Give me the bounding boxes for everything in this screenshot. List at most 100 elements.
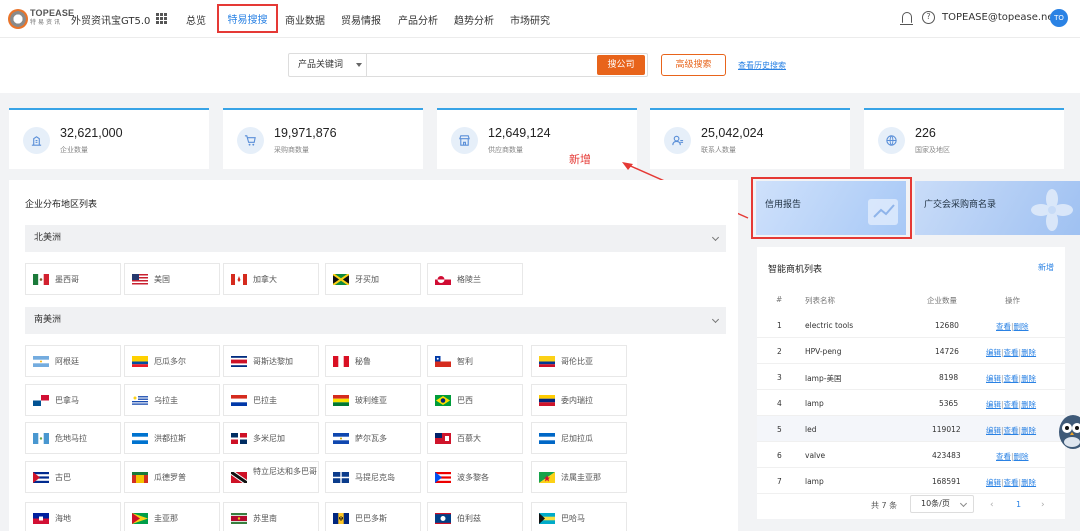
delete-link[interactable]: 删除 (1021, 426, 1036, 435)
owl-mascot-icon[interactable] (1055, 408, 1080, 453)
country-bermuda[interactable]: 百慕大 (427, 422, 523, 454)
country-brazil[interactable]: 巴西 (427, 384, 523, 416)
country-uruguay[interactable]: 乌拉圭 (124, 384, 220, 416)
delete-link[interactable]: 删除 (1021, 374, 1036, 383)
flag-venezuela-icon (539, 395, 555, 406)
country-name: 圭亚那 (154, 514, 178, 523)
country-canada[interactable]: 加拿大 (223, 263, 319, 295)
list-name[interactable]: lamp-美国 (805, 373, 841, 384)
country-guadeloupe[interactable]: 瓜德罗普 (124, 461, 220, 493)
delete-link[interactable]: 删除 (1021, 478, 1036, 487)
list-name[interactable]: valve (805, 451, 825, 460)
delete-link[interactable]: 删除 (1021, 400, 1036, 409)
country-name: 巴拿马 (55, 396, 79, 405)
country-venezuela[interactable]: 委内瑞拉 (531, 384, 627, 416)
country-barbados[interactable]: 巴巴多斯 (325, 502, 421, 531)
country-martinique[interactable]: 马提尼克岛 (325, 461, 421, 493)
page-size-select[interactable]: 10条/页 (910, 495, 974, 513)
view-link[interactable]: 查看 (1004, 478, 1019, 487)
region-header-south-america[interactable]: 南美洲 (25, 307, 726, 334)
advanced-search-button[interactable]: 高级搜索 (661, 54, 726, 76)
country-el-salvador[interactable]: 萨尔瓦多 (325, 422, 421, 454)
country-guyana[interactable]: 圭亚那 (124, 502, 220, 531)
help-icon[interactable]: ? (922, 11, 935, 24)
country-usa[interactable]: 美国 (124, 263, 220, 295)
country-greenland[interactable]: 格陵兰 (427, 263, 523, 295)
country-puerto-rico[interactable]: 波多黎各 (427, 461, 523, 493)
nav-trend-analysis[interactable]: 趋势分析 (454, 12, 494, 27)
nav-market-research[interactable]: 市场研究 (510, 12, 550, 27)
list-name[interactable]: led (805, 425, 816, 434)
edit-link[interactable]: 编辑 (986, 478, 1001, 487)
search-type-select[interactable]: 产品关键词 (289, 54, 367, 76)
search-company-button[interactable]: 搜公司 (597, 55, 645, 75)
flag-argentina-icon (33, 356, 49, 367)
view-link[interactable]: 查看 (1004, 400, 1019, 409)
list-name[interactable]: lamp (805, 399, 824, 408)
country-haiti[interactable]: 海地 (25, 502, 121, 531)
country-bolivia[interactable]: 玻利维亚 (325, 384, 421, 416)
country-mexico[interactable]: 墨西哥 (25, 263, 121, 295)
add-list-button[interactable]: 新增 (1038, 262, 1054, 273)
view-link[interactable]: 查看 (1004, 374, 1019, 383)
delete-link[interactable]: 删除 (1014, 452, 1029, 461)
delete-link[interactable]: 删除 (1014, 322, 1029, 331)
country-bahamas[interactable]: 巴哈马 (531, 502, 627, 531)
nav-business-data[interactable]: 商业数据 (285, 12, 325, 27)
search-input[interactable] (369, 54, 597, 76)
country-paraguay[interactable]: 巴拉圭 (223, 384, 319, 416)
brand-logo[interactable]: TOPEASE 特易资讯 (30, 9, 74, 27)
nav-product-analysis[interactable]: 产品分析 (398, 12, 438, 27)
flag-peru-icon (333, 356, 349, 367)
country-peru[interactable]: 秘鲁 (325, 345, 421, 377)
delete-link[interactable]: 删除 (1021, 348, 1036, 357)
country-costa-rica[interactable]: 哥斯达黎加 (223, 345, 319, 377)
next-page-button[interactable]: › (1041, 500, 1045, 510)
country-nicaragua[interactable]: 尼加拉瓜 (531, 422, 627, 454)
country-belize[interactable]: 伯利兹 (427, 502, 523, 531)
brand-logo-icon[interactable] (8, 9, 28, 29)
edit-link[interactable]: 编辑 (986, 348, 1001, 357)
country-suriname[interactable]: 苏里南 (223, 502, 319, 531)
view-link[interactable]: 查看 (996, 322, 1011, 331)
canton-fair-buyers-card[interactable]: 广交会采购商名录 (915, 181, 1080, 235)
country-honduras[interactable]: 洪都拉斯 (124, 422, 220, 454)
stat-card-suppliers: 12,649,124 供应商数量 (437, 108, 637, 169)
view-link[interactable]: 查看 (1004, 348, 1019, 357)
view-link[interactable]: 查看 (1004, 426, 1019, 435)
prev-page-button[interactable]: ‹ (990, 500, 994, 510)
company-count: 5365 (939, 399, 959, 408)
nav-trade-intel[interactable]: 贸易情报 (341, 12, 381, 27)
list-name[interactable]: HPV-peng (805, 347, 841, 356)
list-name[interactable]: electric tools (805, 321, 853, 330)
country-ecuador[interactable]: 厄瓜多尔 (124, 345, 220, 377)
user-email[interactable]: TOPEASE@topease.net (942, 12, 1057, 23)
region-header-north-america[interactable]: 北美洲 (25, 225, 726, 252)
cart-icon (237, 127, 264, 154)
country-cuba[interactable]: 古巴 (25, 461, 121, 493)
country-trinidad-tobago[interactable]: 特立尼达和多巴哥 (223, 461, 319, 493)
country-french-guiana[interactable]: 法属圭亚那 (531, 461, 627, 493)
current-page[interactable]: 1 (1016, 500, 1021, 509)
panel-title: 智能商机列表 (768, 265, 823, 275)
country-chile[interactable]: 智利 (427, 345, 523, 377)
country-jamaica[interactable]: 牙买加 (325, 263, 421, 295)
edit-link[interactable]: 编辑 (986, 400, 1001, 409)
country-guatemala[interactable]: 危地马拉 (25, 422, 121, 454)
country-panama[interactable]: 巴拿马 (25, 384, 121, 416)
list-name[interactable]: lamp (805, 477, 824, 486)
view-link[interactable]: 查看 (996, 452, 1011, 461)
edit-link[interactable]: 编辑 (986, 374, 1001, 383)
nav-topease-search[interactable]: 特易搜搜 (217, 4, 278, 33)
country-colombia[interactable]: 哥伦比亚 (531, 345, 627, 377)
country-argentina[interactable]: 阿根廷 (25, 345, 121, 377)
search-history-link[interactable]: 查看历史搜索 (738, 60, 786, 71)
avatar[interactable]: TO (1050, 9, 1068, 27)
apps-grid-icon[interactable] (156, 13, 167, 24)
country-dominican[interactable]: 多米尼加 (223, 422, 319, 454)
edit-link[interactable]: 编辑 (986, 426, 1001, 435)
nav-overview[interactable]: 总览 (186, 12, 206, 27)
country-name: 萨尔瓦多 (355, 434, 387, 443)
bell-icon[interactable] (900, 12, 913, 25)
table-row: 6 valve 423483 查看|删除 (757, 442, 1065, 468)
